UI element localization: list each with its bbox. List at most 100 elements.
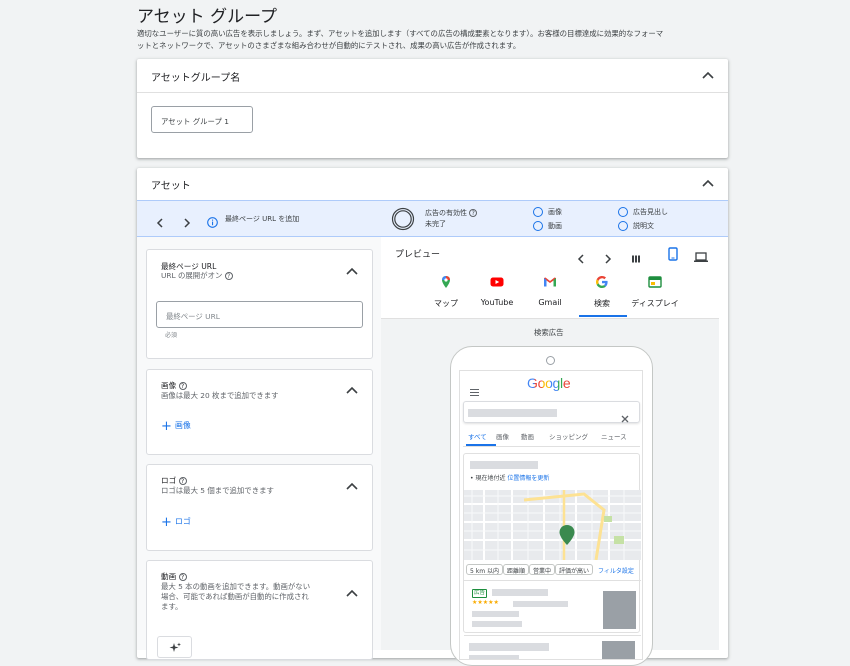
asset-group-name-value: アセット グループ 1 — [161, 117, 229, 126]
mobile-device-icon[interactable] — [668, 246, 678, 265]
final-url-section: 最終ページ URL URL の展開がオン ? 最終ページ URL 必須 — [146, 249, 373, 359]
checklist-circle-icon — [533, 221, 543, 231]
filter-chip[interactable]: 5 km 以内 — [466, 564, 503, 575]
divider — [137, 92, 728, 93]
chevron-right-icon[interactable] — [604, 249, 612, 268]
ad-strength-ring-icon — [391, 207, 415, 235]
videos-section: 動画 ? 最大 5 本の動画を追加できます。動画がない 場合、可能であれば動画が… — [146, 560, 373, 660]
plus-icon: + — [161, 515, 172, 530]
videos-desc-line: ます。 — [161, 602, 183, 611]
map-graphic — [464, 490, 641, 560]
filter-chip[interactable]: 営業中 — [529, 564, 556, 575]
help-icon[interactable]: ? — [224, 272, 233, 280]
next-result-thumbnail — [602, 641, 635, 659]
tab-youtube-label: YouTube — [480, 298, 514, 307]
filter-settings-link[interactable]: フィルタ設定 — [598, 566, 634, 575]
logos-section: ロゴ ? ロゴは最大 5 個まで追加できます + ロゴ — [146, 464, 373, 551]
next-result-placeholder — [469, 655, 519, 659]
tab-gmail[interactable]: Gmail — [531, 275, 569, 307]
auto-create-video-button[interactable] — [157, 636, 192, 658]
desktop-device-icon[interactable] — [694, 248, 708, 267]
asset-group-name-input[interactable]: アセット グループ 1 — [151, 106, 253, 133]
final-url-hint: 最終ページ URL を追加 — [225, 215, 300, 223]
map-pin-icon — [559, 525, 575, 545]
add-logo-button[interactable]: + ロゴ — [161, 515, 191, 530]
map-view[interactable] — [464, 490, 641, 560]
videos-desc-line: 最大 5 本の動画を追加できます。動画がない — [161, 582, 311, 591]
phone-search-box[interactable] — [463, 401, 640, 423]
preview-title: プレビュー — [395, 250, 441, 260]
phone-tab-videos[interactable]: 動画 — [521, 431, 534, 441]
location-link[interactable]: 位置情報を更新 — [507, 475, 549, 482]
close-icon[interactable] — [621, 408, 629, 427]
ad-line-placeholder — [472, 611, 519, 617]
plus-icon: + — [161, 419, 172, 434]
add-image-button[interactable]: + 画像 — [161, 419, 191, 434]
chevron-up-icon[interactable] — [346, 386, 358, 394]
location-line: • 現在地付近 位置情報を更新 — [470, 473, 549, 482]
location-prefix: • 現在地付近 — [470, 475, 506, 482]
ad-line-placeholder — [472, 621, 522, 627]
images-section: 画像 ? 画像は最大 20 枚まで追加できます + 画像 — [146, 369, 373, 455]
chevron-up-icon[interactable] — [702, 179, 714, 187]
checklist-item-videos: 動画 — [548, 222, 562, 230]
chevron-up-icon[interactable] — [346, 267, 358, 275]
chevron-up-icon[interactable] — [346, 482, 358, 490]
final-url-placeholder: 最終ページ URL — [166, 312, 220, 321]
star-rating-text: ★★★★★ — [472, 599, 499, 606]
help-icon[interactable]: ? — [178, 477, 187, 485]
local-title-placeholder — [470, 461, 538, 469]
chevron-left-icon[interactable] — [577, 249, 585, 268]
chevron-right-icon[interactable] — [183, 213, 191, 232]
maps-pin-icon — [442, 276, 450, 288]
ad-strength-bar: 最終ページ URL を追加 広告の有効性 ? 未完了 画像 動画 広告見出し 説… — [137, 200, 728, 237]
videos-desc-line: 場合、可能であれば動画が自動的に作成され — [161, 592, 309, 601]
active-tab-indicator — [579, 315, 627, 317]
logos-title-text: ロゴ — [161, 476, 177, 485]
chevron-left-icon[interactable] — [156, 213, 164, 232]
help-icon[interactable]: ? — [469, 209, 478, 217]
phone-tab-all[interactable]: すべて — [468, 431, 487, 441]
ad-title-placeholder — [492, 589, 548, 596]
columns-icon[interactable] — [631, 249, 641, 268]
ad-strength-text: 広告の有効性 — [425, 209, 467, 217]
chevron-up-icon[interactable] — [346, 589, 358, 597]
youtube-icon — [490, 277, 504, 287]
phone-active-tab-indicator — [466, 444, 496, 446]
sparkle-icon — [169, 642, 181, 652]
help-icon[interactable]: ? — [178, 382, 187, 390]
checklist-circle-icon — [618, 207, 628, 217]
tab-maps[interactable]: マップ — [427, 275, 465, 309]
page-description-line: 適切なユーザーに質の高い広告を表示しましょう。まず、アセットを追加します（すべて… — [137, 29, 664, 38]
ad-badge: 広告 — [472, 589, 488, 598]
phone-speaker — [546, 356, 555, 365]
phone-tab-shopping[interactable]: ショッピング — [549, 431, 588, 441]
phone-tab-images[interactable]: 画像 — [496, 431, 509, 441]
tab-youtube[interactable]: YouTube — [476, 275, 518, 307]
hamburger-icon — [470, 382, 480, 401]
tab-display[interactable]: ディスプレイ — [627, 275, 683, 309]
ad-strength-label: 広告の有効性 ? — [425, 208, 478, 218]
ad-strength-status: 未完了 — [425, 220, 446, 228]
logos-title: ロゴ ? — [161, 475, 187, 486]
info-icon — [207, 213, 218, 232]
add-image-label: 画像 — [174, 421, 191, 430]
final-url-desc-text: URL の展開がオン — [161, 271, 223, 280]
help-icon[interactable]: ? — [178, 573, 187, 581]
checklist-circle-icon — [618, 221, 628, 231]
rating-stars: ★★★★★ — [472, 599, 499, 606]
filter-chip[interactable]: 距離順 — [503, 564, 530, 575]
tab-search[interactable]: 検索 — [581, 275, 623, 309]
gmail-icon — [544, 277, 556, 287]
divider — [464, 580, 641, 581]
page-description-line: ットとネットワークで、アセットのさまざまな組み合わせが自動的にテストされ、成果の… — [137, 41, 521, 50]
local-results-card: • 現在地付近 位置情報を更新 5 km 以内 距離順 営業中 評価が高い フィ… — [463, 453, 641, 636]
phone-tab-news[interactable]: ニュース — [601, 431, 627, 441]
chevron-up-icon[interactable] — [702, 71, 714, 79]
google-logo: Google — [527, 375, 571, 391]
final-url-input[interactable]: 最終ページ URL — [156, 301, 363, 328]
videos-title: 動画 ? — [161, 571, 187, 582]
final-url-desc: URL の展開がオン ? — [161, 271, 233, 281]
asset-sections-pane: 最終ページ URL URL の展開がオン ? 最終ページ URL 必須 画像 ?… — [137, 237, 381, 660]
filter-chip[interactable]: 評価が高い — [555, 564, 594, 575]
